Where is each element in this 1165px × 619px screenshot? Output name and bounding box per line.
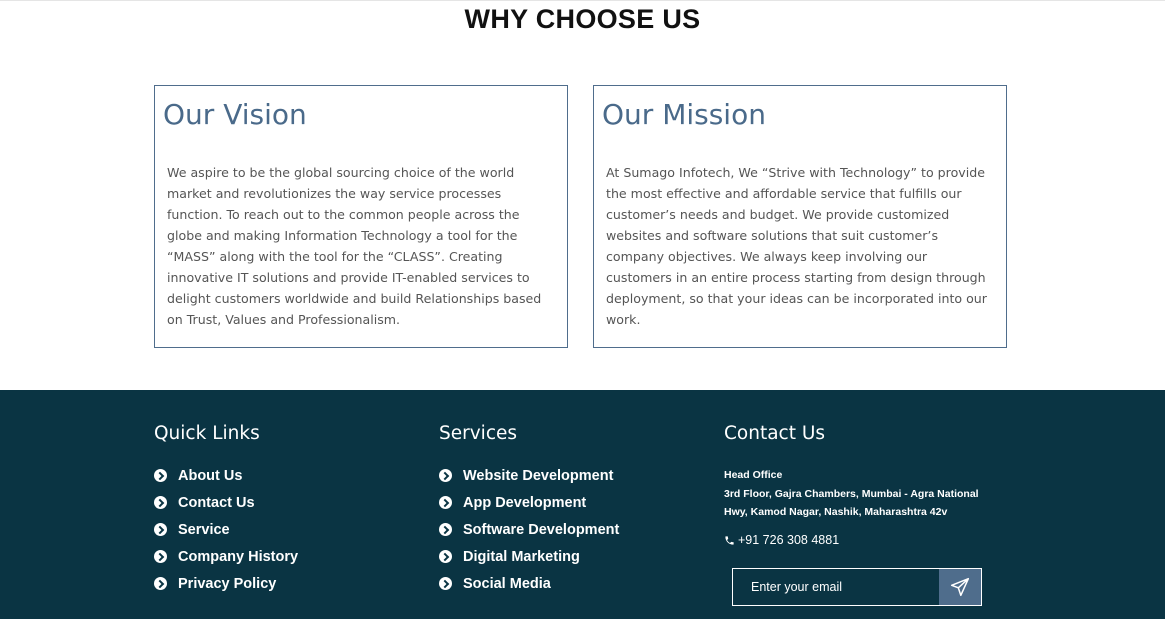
chevron-circle-icon [154, 550, 167, 563]
mission-card: Our Mission At Sumago Infotech, We “Stri… [593, 85, 1007, 348]
quick-links-title: Quick Links [154, 423, 260, 444]
quick-link-service[interactable]: Service [154, 516, 298, 543]
chevron-circle-icon [439, 496, 452, 509]
email-input[interactable] [733, 569, 939, 605]
phone-icon [725, 535, 734, 545]
office-label: Head Office [724, 469, 783, 481]
section-heading: WHY CHOOSE US [464, 4, 701, 34]
quick-links-list: About Us Contact Us Service Company Hist… [154, 462, 298, 597]
service-link-software-development[interactable]: Software Development [439, 516, 619, 543]
chevron-circle-icon [154, 469, 167, 482]
top-divider [0, 0, 1165, 1]
chevron-circle-icon [154, 577, 167, 590]
service-link-digital-marketing[interactable]: Digital Marketing [439, 543, 619, 570]
phone-number: +91 726 308 4881 [738, 533, 840, 547]
send-email-button[interactable] [939, 569, 981, 605]
mission-title: Our Mission [602, 98, 766, 131]
contact-address-block: Head Office 3rd Floor, Gajra Chambers, M… [724, 466, 984, 522]
office-address: 3rd Floor, Gajra Chambers, Mumbai - Agra… [724, 487, 979, 519]
vision-title: Our Vision [163, 98, 307, 131]
vision-text: We aspire to be the global sourcing choi… [167, 165, 542, 327]
service-link-app-development[interactable]: App Development [439, 489, 619, 516]
chevron-circle-icon [439, 550, 452, 563]
chevron-circle-icon [154, 496, 167, 509]
service-link-social-media[interactable]: Social Media [439, 570, 619, 597]
quick-link-privacy-policy[interactable]: Privacy Policy [154, 570, 298, 597]
footer: Quick Links About Us Contact Us Service … [0, 390, 1165, 619]
service-link-website-development[interactable]: Website Development [439, 462, 619, 489]
chevron-circle-icon [439, 469, 452, 482]
chevron-circle-icon [154, 523, 167, 536]
quick-link-contact-us[interactable]: Contact Us [154, 489, 298, 516]
contact-title: Contact Us [724, 423, 826, 444]
quick-link-company-history[interactable]: Company History [154, 543, 298, 570]
vision-card: Our Vision We aspire to be the global so… [154, 85, 568, 348]
newsletter-form [732, 568, 982, 606]
chevron-circle-icon [439, 523, 452, 536]
chevron-circle-icon [439, 577, 452, 590]
contact-phone[interactable]: +91 726 308 4881 [724, 533, 839, 547]
services-title: Services [439, 423, 518, 444]
mission-text: At Sumago Infotech, We “Strive with Tech… [606, 165, 987, 327]
paper-plane-icon [950, 577, 970, 597]
services-list: Website Development App Development Soft… [439, 462, 619, 597]
quick-link-about-us[interactable]: About Us [154, 462, 298, 489]
